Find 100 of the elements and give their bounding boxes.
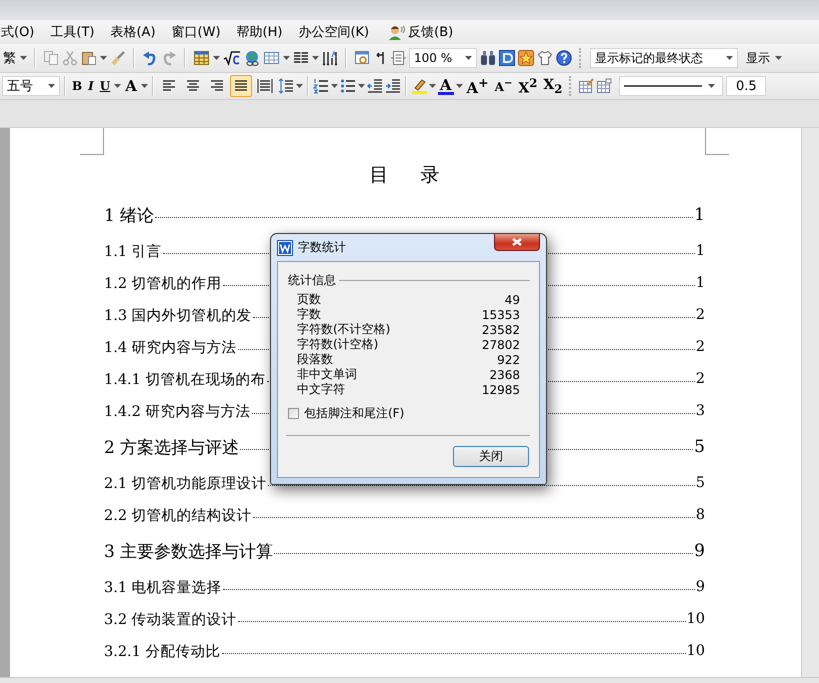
dropdown-caret-icon[interactable] [428, 84, 436, 88]
dialog-title: 字数统计 [298, 239, 346, 256]
stat-value: 15353 [482, 308, 520, 322]
vertical-scrollbar[interactable] [801, 128, 819, 677]
globe-link-icon[interactable] [244, 50, 260, 66]
table-grid-icon[interactable] [263, 50, 280, 66]
star-icon[interactable] [518, 50, 534, 66]
stat-label: 非中文单词 [297, 366, 357, 382]
binoculars-icon[interactable] [480, 50, 496, 66]
stat-label: 页数 [297, 291, 321, 308]
font-color-button[interactable]: A [438, 78, 454, 94]
text-effects-button[interactable]: A [123, 77, 139, 95]
page-number: 9 [694, 541, 705, 561]
markup-view-dropdown[interactable]: 显示标记的最终状态 [590, 48, 738, 68]
stat-value: 12985 [482, 382, 520, 396]
dropdown-caret-icon[interactable] [296, 84, 303, 88]
dropdown-caret-icon[interactable] [114, 84, 122, 88]
shirt-icon[interactable] [537, 50, 553, 66]
dropdown-caret-icon[interactable] [726, 56, 733, 60]
toc-entry[interactable]: 1.2 切管机的作用 [104, 274, 222, 292]
bulleted-list-icon[interactable] [340, 78, 356, 94]
font-size-dropdown[interactable]: 五号 [2, 76, 60, 96]
dropdown-caret-icon[interactable] [20, 56, 27, 60]
toc-entry[interactable]: 1.4 研究内容与方法 [104, 338, 237, 356]
table-pencil-icon[interactable] [578, 78, 594, 94]
close-dialog-button[interactable]: 关闭 [453, 446, 529, 467]
zoom-field[interactable]: 100 % [409, 48, 477, 68]
toc-entry[interactable]: 3.1 电机容量选择 [104, 578, 222, 596]
menu-item[interactable]: 工具(T) [49, 23, 96, 41]
bold-button[interactable]: B [70, 79, 84, 93]
toc-entry[interactable]: 3 主要参数选择与计算 [104, 540, 274, 562]
undo-icon[interactable] [142, 50, 158, 66]
show-menu-button[interactable]: 显示 [743, 50, 785, 66]
toc-entry[interactable]: 2 方案选择与评述 [104, 436, 240, 458]
paintbrush-icon[interactable] [110, 50, 126, 66]
line-width-field[interactable]: 0.5 [726, 76, 766, 96]
crop-mark [80, 128, 104, 155]
page-number: 5 [694, 437, 705, 457]
vertical-lines-icon[interactable] [322, 50, 338, 66]
line-spacing-icon[interactable] [278, 78, 294, 94]
dropdown-caret-icon[interactable] [213, 56, 220, 60]
superscript-button[interactable]: X$^{2}$ [516, 76, 540, 96]
increase-indent-icon[interactable] [384, 78, 401, 94]
dropdown-caret-icon[interactable] [775, 56, 782, 60]
dropdown-caret-icon[interactable] [100, 56, 107, 60]
subscript-button[interactable]: X$_{2}$ [541, 76, 564, 96]
toc-entry[interactable]: 3.2 传动装置的设计 [104, 610, 237, 628]
close-icon [511, 237, 523, 247]
horizontal-scrollbar[interactable] [0, 677, 819, 683]
toc-entry[interactable]: 1.4.1 切管机在现场的布 [104, 370, 266, 388]
person-speaker-icon[interactable] [388, 24, 406, 40]
italic-button[interactable]: I [86, 79, 96, 93]
numbered-list-icon[interactable] [312, 78, 329, 94]
toc-entry[interactable]: 1 绪论 [104, 204, 154, 226]
table-eraser-icon[interactable] [596, 78, 612, 94]
formula-icon[interactable] [223, 50, 241, 66]
help-icon[interactable] [556, 50, 572, 66]
toc-entry[interactable]: 3.2.1 分配传动比 [104, 642, 221, 660]
align-justify-button[interactable] [230, 75, 252, 97]
spreadsheet-icon[interactable] [193, 50, 210, 66]
toc-entry[interactable]: 2.2 切管机的结构设计 [104, 506, 252, 524]
clipboard-icon[interactable] [81, 50, 97, 66]
page-number: 1 [696, 243, 705, 259]
border-style-dropdown[interactable] [619, 76, 724, 96]
menu-item[interactable]: 式(O) [0, 23, 36, 41]
dropdown-caret-icon[interactable] [358, 84, 365, 88]
dropdown-caret-icon[interactable] [48, 84, 55, 88]
menu-item[interactable]: 办公空间(K) [297, 23, 370, 41]
underline-button[interactable]: U [98, 79, 112, 93]
dropdown-caret-icon[interactable] [465, 56, 472, 60]
page-icon[interactable] [390, 50, 406, 66]
dropdown-caret-icon[interactable] [312, 56, 319, 60]
menu-item[interactable]: 表格(A) [109, 23, 157, 41]
highlighter-icon[interactable] [410, 78, 427, 94]
close-button[interactable] [494, 234, 540, 251]
menu-item[interactable]: 窗口(W) [170, 23, 222, 41]
decrease-indent-icon[interactable] [366, 78, 383, 94]
traditional-chinese-button[interactable]: 繁 [2, 49, 17, 67]
shrink-font-button[interactable]: A$^{−}$ [492, 78, 514, 94]
toc-entry[interactable]: 1.1 引言 [104, 242, 162, 260]
toc-entry[interactable]: 1.4.2 研究内容与方法 [104, 402, 251, 420]
dropdown-caret-icon[interactable] [456, 84, 463, 88]
dropdown-caret-icon[interactable] [140, 84, 148, 88]
dropdown-caret-icon[interactable] [283, 56, 290, 60]
toc-entry[interactable]: 2.1 切管机功能原理设计 [104, 474, 267, 492]
stat-label: 字符数(不计空格) [297, 321, 390, 338]
grow-font-button[interactable]: A$^{+}$ [464, 75, 491, 97]
stat-label: 字符数(计空格) [297, 336, 378, 353]
stat-label: 中文字符 [297, 381, 345, 398]
dropdown-caret-icon[interactable] [708, 84, 716, 88]
stat-value: 922 [497, 352, 520, 366]
dropdown-caret-icon[interactable] [330, 84, 338, 88]
page-number: 2 [696, 339, 705, 355]
menu-item[interactable]: 反馈(B) [384, 23, 454, 41]
columns-icon[interactable] [293, 50, 309, 66]
checkbox-label[interactable]: 包括脚注和尾注(F) [304, 405, 404, 422]
toc-entry[interactable]: 1.3 国内外切管机的发 [104, 306, 252, 324]
checkbox[interactable] [288, 408, 299, 419]
preview-icon[interactable] [354, 50, 370, 66]
menu-item[interactable]: 帮助(H) [236, 23, 284, 41]
